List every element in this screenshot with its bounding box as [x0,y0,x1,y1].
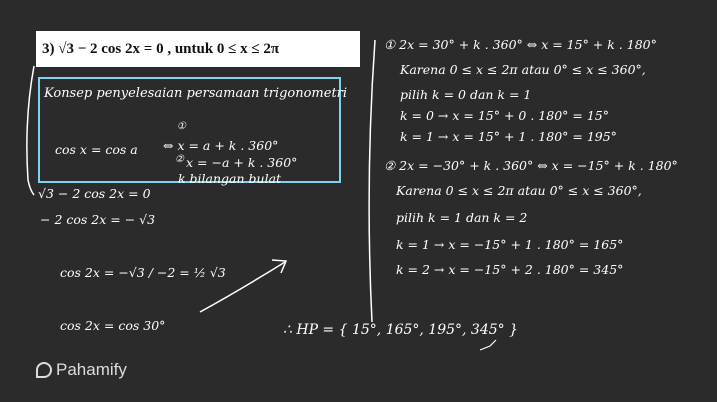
concept-note: k bilangan bulat [178,171,282,186]
pahamify-logo: Pahamify [36,360,127,380]
concept-lhs: cos x = cos a [55,142,138,157]
final-answer: ∴ HP = { 15°, 165°, 195°, 345° } [283,322,519,338]
concept-case2: x = −a + k . 360° [186,155,298,170]
problem-statement: 3) √3 − 2 cos 2x = 0 , untuk 0 ≤ x ≤ 2π [36,31,360,67]
right-divider-stroke [368,39,376,323]
case1-mark: ① [177,121,186,132]
left-step-4: cos 2x = cos 30° [60,318,166,333]
right-step-4: k = 0 → x = 15° + 0 . 180° = 15° [400,108,609,123]
answer-check [479,339,497,351]
left-step-1: √3 − 2 cos 2x = 0 [38,186,151,201]
right-step-7: Karena 0 ≤ x ≤ 2π atau 0° ≤ x ≤ 360°, [396,183,642,198]
right-step-3: pilih k = 0 dan k = 1 [400,87,532,102]
right-step-1: ① 2x = 30° + k . 360° ⇔ x = 15° + k . 18… [384,37,657,52]
right-step-9: k = 1 → x = −15° + 1 . 180° = 165° [396,237,624,252]
pahamify-logo-icon [36,362,52,378]
case2-mark: ② [175,154,184,165]
concept-case1: ⇔ x = a + k . 360° [163,138,279,153]
right-step-10: k = 2 → x = −15° + 2 . 180° = 345° [396,262,624,277]
logo-text: Pahamify [56,360,127,379]
left-step-3: cos 2x = −√3 / −2 = ½ √3 [60,265,226,280]
left-step-2: − 2 cos 2x = − √3 [40,212,156,227]
pointer-arrow-head [271,259,288,274]
left-brace-stroke [26,65,35,196]
right-step-6: ② 2x = −30° + k . 360° ⇔ x = −15° + k . … [384,158,678,173]
right-step-2: Karena 0 ≤ x ≤ 2π atau 0° ≤ x ≤ 360°, [400,62,646,77]
concept-title: Konsep penyelesaian persamaan trigonomet… [44,86,348,101]
right-step-5: k = 1 → x = 15° + 1 . 180° = 195° [400,129,617,144]
right-step-8: pilih k = 1 dan k = 2 [396,210,528,225]
